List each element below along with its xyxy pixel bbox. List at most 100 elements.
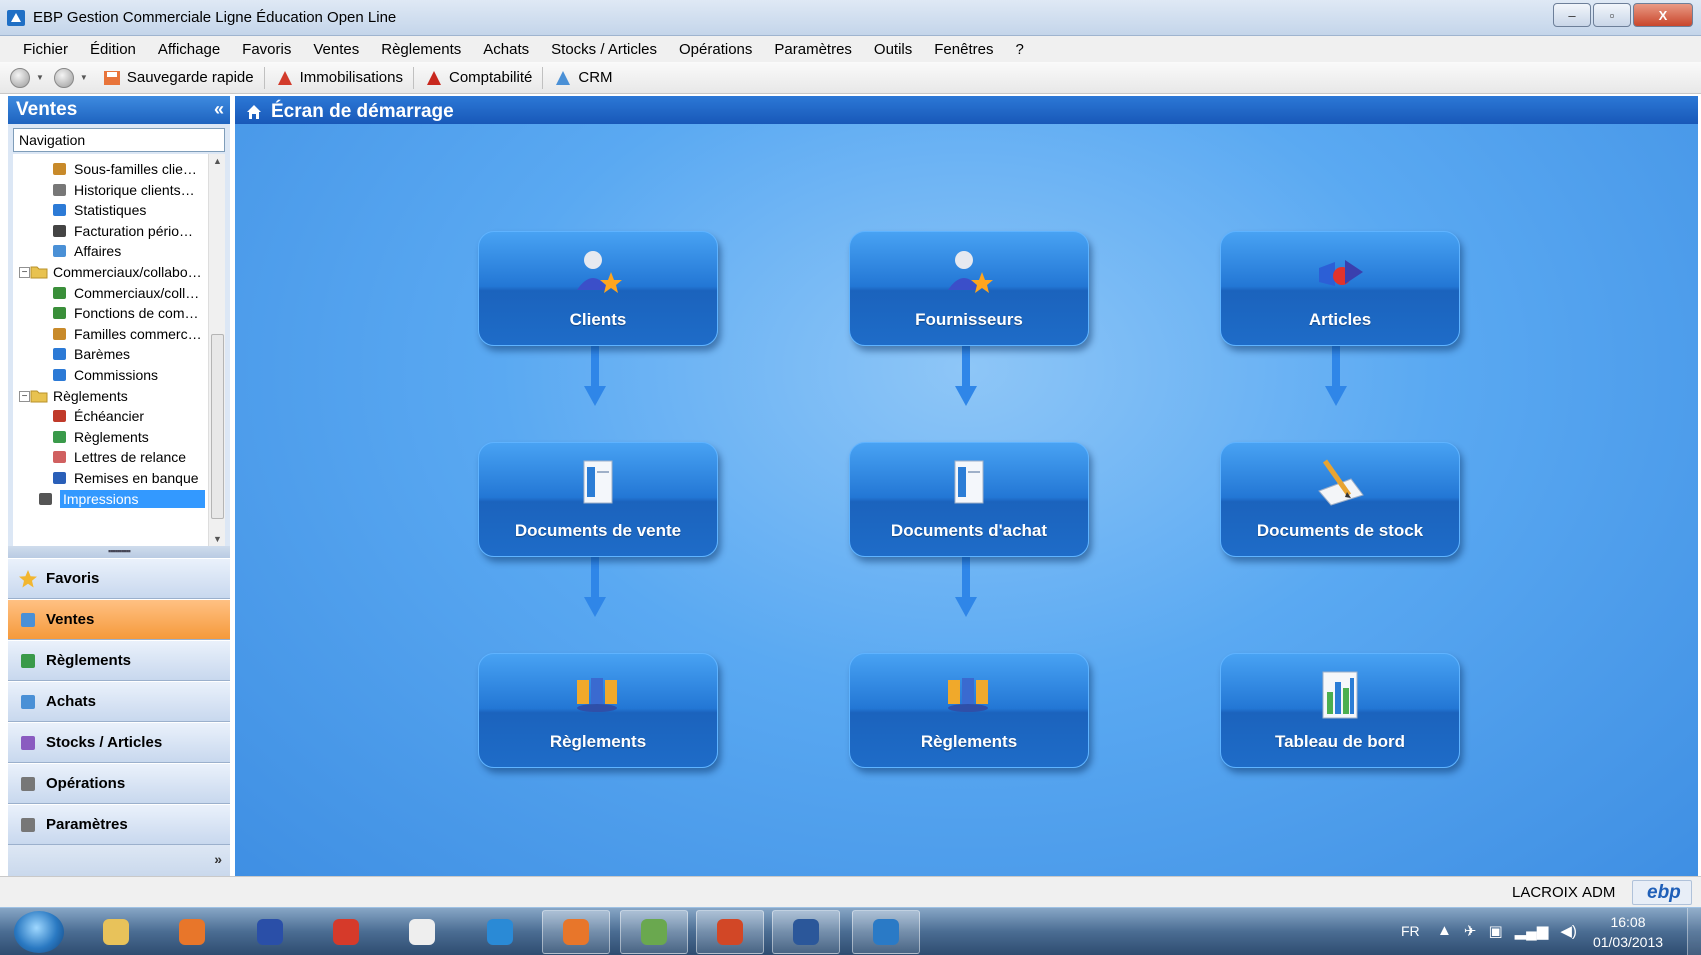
sidebar-title: Ventes (16, 99, 78, 120)
tile-documents-vente[interactable]: Documents de vente (478, 442, 718, 557)
tile-articles[interactable]: Articles (1220, 231, 1460, 346)
tree-item[interactable]: Commerciaux/coll… (51, 282, 199, 304)
forward-dropdown-icon[interactable]: ▼ (80, 73, 88, 82)
star-icon (18, 569, 38, 589)
menu-parametres[interactable]: Paramètres (763, 41, 863, 58)
menu-outils[interactable]: Outils (863, 41, 923, 58)
navigation-select[interactable]: Navigation (13, 128, 225, 152)
collapse-node-icon[interactable]: − (19, 267, 30, 278)
tile-clients[interactable]: Clients (478, 231, 718, 346)
menu-achats[interactable]: Achats (472, 41, 540, 58)
nav-button-favoris[interactable]: Favoris (8, 558, 230, 599)
nav-button-r-glements[interactable]: Règlements (8, 640, 230, 681)
accounting-button[interactable]: Comptabilité (420, 68, 536, 88)
menu-fenetres[interactable]: Fenêtres (923, 41, 1004, 58)
tree-item[interactable]: Facturation pério… (51, 220, 193, 242)
tray-expand-icon[interactable]: ▲ (1437, 922, 1452, 940)
taskbar-app-button[interactable] (158, 910, 226, 954)
tree-item[interactable]: Statistiques (51, 199, 146, 221)
menu-affichage[interactable]: Affichage (147, 41, 231, 58)
taskbar-app-button[interactable] (620, 910, 688, 954)
tree-item[interactable]: Impressions (37, 488, 205, 510)
forward-button[interactable] (53, 67, 74, 88)
clock-time[interactable]: 16:08 (1583, 914, 1673, 930)
tree-item-label: Commerciaux/coll… (74, 284, 200, 301)
chart-icon (51, 366, 69, 384)
stock-icon (18, 733, 38, 753)
taskbar-app-button[interactable] (696, 910, 764, 954)
tree-item[interactable]: Sous-familles clie… (51, 158, 197, 180)
crm-label: CRM (578, 69, 613, 86)
tree-item-label: Statistiques (74, 202, 147, 219)
language-indicator[interactable]: FR (1401, 923, 1420, 939)
tree-item[interactable]: Familles commerc… (51, 323, 202, 345)
taskbar-app-button[interactable] (388, 910, 456, 954)
crm-button[interactable]: CRM (549, 68, 616, 88)
start-button[interactable] (14, 911, 64, 953)
tree-item[interactable]: Règlements (51, 426, 149, 448)
tile-fournisseurs[interactable]: Fournisseurs (849, 231, 1089, 346)
taskbar-app-button[interactable] (852, 910, 920, 954)
tree-item-label: Règlements (53, 387, 128, 404)
taskbar-app-button[interactable] (236, 910, 304, 954)
user-icon (51, 284, 69, 302)
collapse-node-icon[interactable]: − (19, 390, 30, 402)
menu-fichier[interactable]: Fichier (12, 41, 79, 58)
nav-button-achats[interactable]: Achats (8, 681, 230, 722)
tree-item[interactable]: Historique clients… (51, 179, 195, 201)
tile-reglements-ventes[interactable]: Règlements (478, 653, 718, 768)
taskbar-app-button[interactable] (542, 910, 610, 954)
scroll-down-icon[interactable]: ▼ (213, 534, 222, 544)
app-window: EBP Gestion Commerciale Ligne Éducation … (0, 0, 1701, 955)
tile-documents-stock[interactable]: Documents de stock (1220, 442, 1460, 557)
tree-item[interactable]: Fonctions de com… (51, 302, 199, 324)
menu-ventes[interactable]: Ventes (302, 41, 370, 58)
tree-item[interactable]: Échéancier (51, 405, 144, 427)
tile-documents-achat[interactable]: Documents d'achat (849, 442, 1089, 557)
tree-item[interactable]: Règlements (30, 385, 128, 407)
maximize-button[interactable]: ▫ (1593, 3, 1631, 27)
scroll-up-icon[interactable]: ▲ (213, 156, 222, 166)
collapse-sidebar-icon[interactable]: « (214, 99, 224, 120)
tree-item[interactable]: Commissions (51, 364, 158, 386)
clock-date[interactable]: 01/03/2013 (1583, 934, 1673, 950)
tree-item[interactable]: Affaires (51, 240, 121, 262)
nav-button-stocks-articles[interactable]: Stocks / Articles (8, 722, 230, 763)
close-button[interactable]: X (1633, 3, 1693, 27)
nav-button-ventes[interactable]: Ventes (8, 599, 230, 640)
assets-icon (277, 70, 292, 85)
back-button[interactable] (10, 67, 30, 88)
tree-item[interactable]: Commerciaux/collabo… (30, 261, 202, 283)
menu-help[interactable]: ? (1004, 41, 1034, 58)
menu-edition[interactable]: Édition (79, 41, 147, 58)
tray-pin-icon[interactable]: ✈ (1464, 922, 1477, 940)
back-dropdown-icon[interactable]: ▼ (36, 73, 44, 82)
show-desktop-button[interactable] (1687, 908, 1701, 955)
quick-save-button[interactable]: Sauvegarde rapide (98, 68, 258, 88)
tree-scrollbar[interactable]: ▲ ▼ (208, 154, 225, 546)
menu-reglements[interactable]: Règlements (370, 41, 472, 58)
nav-button-op-rations[interactable]: Opérations (8, 763, 230, 804)
taskbar-app-button[interactable] (466, 910, 534, 954)
menu-stocks-articles[interactable]: Stocks / Articles (540, 41, 668, 58)
tray-device-icon[interactable]: ▣ (1488, 922, 1502, 940)
tile-label: Documents d'achat (890, 521, 1048, 540)
tree-item[interactable]: Remises en banque (51, 467, 199, 489)
menu-operations[interactable]: Opérations (668, 41, 763, 58)
tile-reglements-achats[interactable]: Règlements (849, 653, 1089, 768)
volume-icon[interactable]: ◀) (1560, 922, 1577, 940)
network-icon[interactable]: ▂▄▆ (1515, 922, 1549, 940)
minimize-button[interactable]: – (1553, 3, 1591, 27)
taskbar-app-button[interactable] (82, 910, 150, 954)
tree-item[interactable]: Lettres de relance (51, 446, 186, 468)
scroll-thumb[interactable] (211, 334, 224, 519)
taskbar-app-button[interactable] (312, 910, 380, 954)
assets-button[interactable]: Immobilisations (271, 68, 407, 88)
tile-tableau-de-bord[interactable]: Tableau de bord (1220, 653, 1460, 768)
nav-button-param-tres[interactable]: Paramètres (8, 804, 230, 845)
more-buttons-icon[interactable]: » (214, 851, 222, 867)
tree-item[interactable]: Barèmes (51, 343, 130, 365)
menu-favoris[interactable]: Favoris (231, 41, 302, 58)
panel-resize-grip[interactable]: ▪▪▪▪▪▪▪▪▪▪ (8, 546, 230, 558)
taskbar-app-button[interactable] (772, 910, 840, 954)
